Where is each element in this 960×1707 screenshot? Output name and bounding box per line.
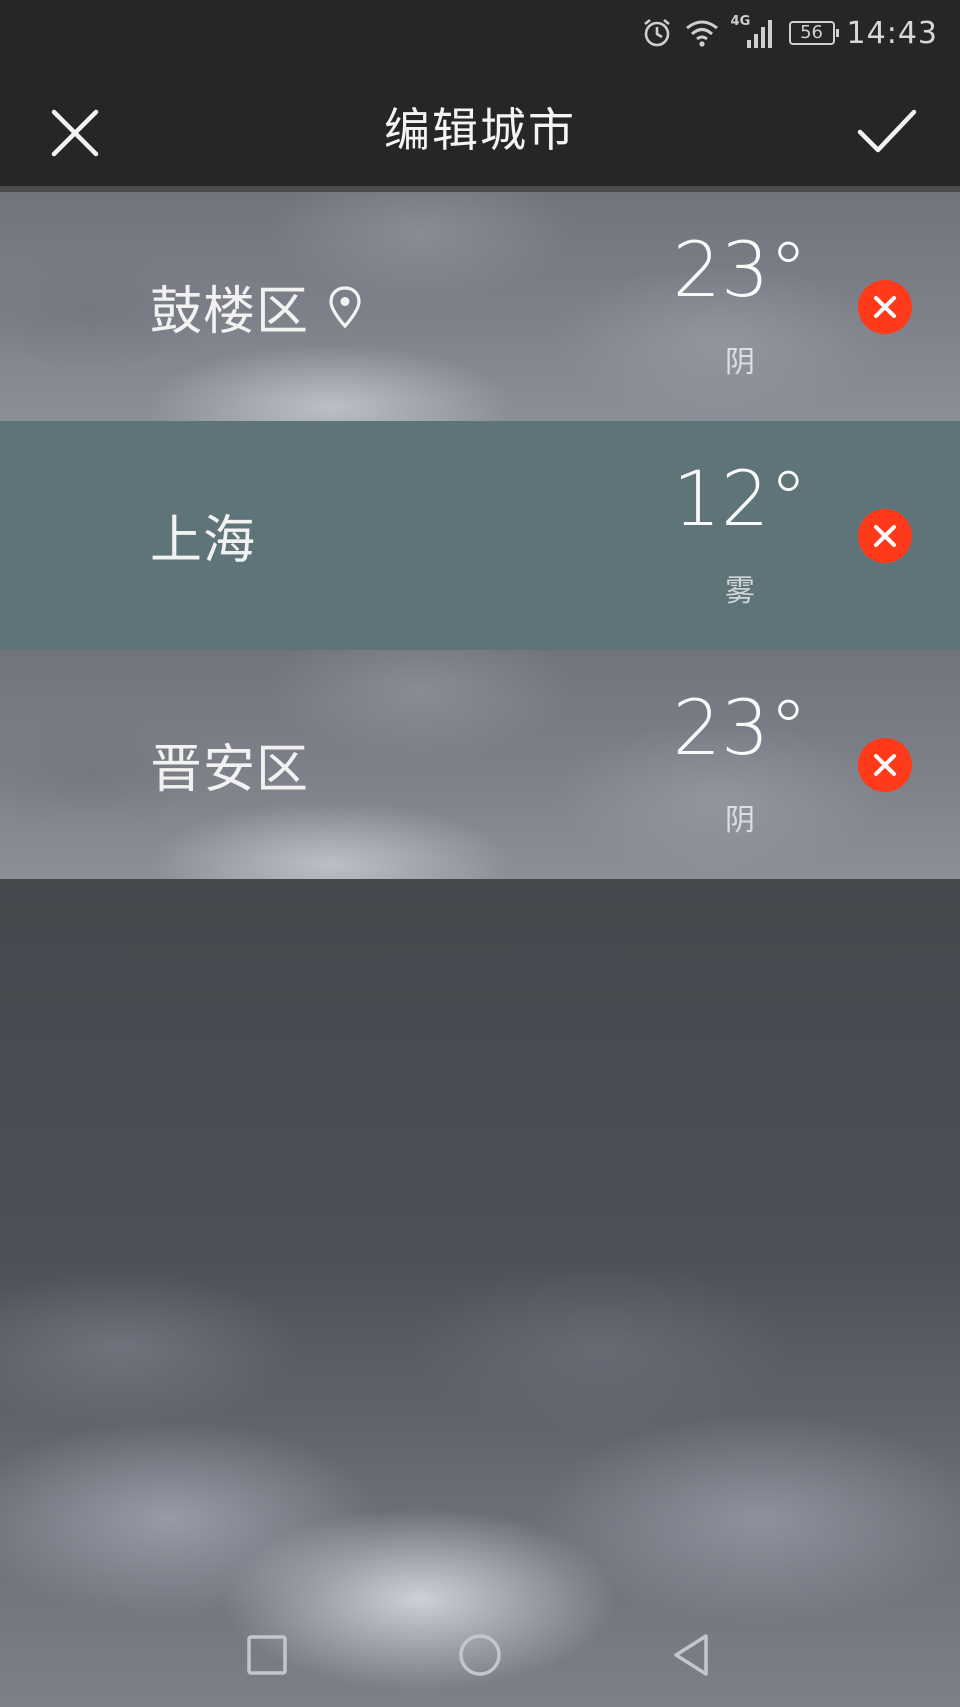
alarm-icon — [641, 17, 673, 49]
wifi-icon — [685, 19, 719, 47]
location-pin-icon — [329, 285, 361, 328]
city-temperature: 23° — [672, 225, 808, 314]
recent-apps-button[interactable] — [242, 1630, 292, 1680]
title-bar: 编辑城市 — [0, 66, 960, 186]
city-temperature: 23° — [672, 683, 808, 772]
battery-indicator: 56 — [788, 21, 839, 45]
triangle-back-icon — [674, 1634, 708, 1676]
city-condition: 阴 — [725, 345, 755, 380]
city-name-wrapper: 鼓楼区 — [150, 192, 363, 421]
city-row-gulou[interactable]: 鼓楼区 23° 阴 — [0, 192, 960, 421]
cellular-signal-icon: 4G — [731, 14, 777, 50]
delete-city-button[interactable] — [858, 738, 912, 792]
city-row-shanghai[interactable]: 上海 12° 雾 — [0, 421, 960, 650]
back-button[interactable] — [668, 1630, 718, 1680]
delete-x-icon — [874, 754, 896, 776]
city-name-wrapper: 上海 — [150, 421, 256, 650]
city-name: 晋安区 — [150, 740, 310, 800]
status-bar: 4G 56 14:43 — [0, 0, 960, 66]
circle-icon — [459, 1634, 501, 1676]
city-name-wrapper: 晋安区 — [150, 650, 309, 879]
confirm-button[interactable] — [852, 98, 922, 164]
check-icon — [857, 109, 917, 153]
city-condition: 雾 — [725, 574, 755, 609]
delete-city-button[interactable] — [858, 509, 912, 563]
weather-background — [0, 879, 960, 1707]
square-icon — [247, 1635, 287, 1675]
system-navigation-bar — [0, 1610, 960, 1700]
home-button[interactable] — [455, 1630, 505, 1680]
city-row-jinan[interactable]: 晋安区 23° 阴 — [0, 650, 960, 879]
status-time: 14:43 — [846, 15, 938, 51]
city-condition: 阴 — [725, 803, 755, 838]
city-name: 上海 — [150, 511, 257, 571]
status-icons: 4G 56 14:43 — [641, 12, 938, 54]
city-name: 鼓楼区 — [150, 282, 310, 342]
city-temperature: 12° — [672, 454, 808, 543]
delete-x-icon — [874, 296, 896, 318]
delete-city-button[interactable] — [858, 280, 912, 334]
delete-x-icon — [874, 525, 896, 547]
page-title: 编辑城市 — [384, 103, 576, 157]
